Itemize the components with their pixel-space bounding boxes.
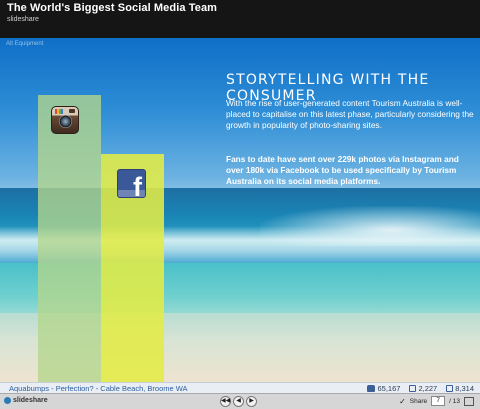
next-slide-button[interactable]: ▶ — [246, 396, 257, 407]
instagram-stripes — [55, 109, 63, 114]
player-right-controls: ✓ Share 7 / 13 — [399, 396, 474, 406]
previous-slide-button[interactable]: ◀ — [233, 396, 244, 407]
share-label: Share — [409, 397, 428, 405]
caption-bar: Aquabumps - Perfection? - Cable Beach, B… — [0, 382, 480, 393]
presentation-title[interactable]: The World's Biggest Social Media Team — [7, 2, 217, 14]
share-button[interactable]: ✓ — [399, 397, 406, 406]
slideshare-logo-icon — [4, 397, 11, 404]
slide-tag: Alt Equipment — [6, 41, 44, 47]
presentation-header: The World's Biggest Social Media Team sl… — [0, 0, 480, 38]
share-icon — [446, 385, 454, 392]
instagram-flash — [69, 109, 75, 113]
first-slide-button[interactable]: ◀◀ — [220, 396, 231, 407]
facebook-icon: f — [117, 169, 146, 198]
instagram-lens — [59, 115, 72, 128]
presentation-source[interactable]: slideshare — [7, 16, 39, 23]
slideshare-logo[interactable]: slideshare — [4, 397, 48, 404]
thumbs-up-icon — [367, 385, 376, 392]
comment-icon — [409, 385, 417, 392]
slideshare-logo-text: slideshare — [13, 397, 48, 404]
bar-instagram — [38, 95, 101, 382]
slide-paragraph: With the rise of user-generated content … — [226, 98, 474, 130]
instagram-icon — [51, 106, 79, 134]
fullscreen-icon[interactable] — [464, 396, 474, 406]
slide-canvas[interactable]: Alt Equipment f STORYTELLING WITH THE CO… — [0, 38, 480, 382]
facebook-letter: f — [133, 172, 142, 198]
page-number-input[interactable]: 7 — [431, 396, 446, 406]
slide-navigation: ◀◀ ◀ ▶ — [220, 396, 257, 407]
page-total: / 13 — [449, 397, 460, 405]
player-controls: slideshare ◀◀ ◀ ▶ ✓ Share 7 / 13 — [0, 393, 480, 409]
slide-highlight: Fans to date have sent over 229k photos … — [226, 154, 459, 186]
